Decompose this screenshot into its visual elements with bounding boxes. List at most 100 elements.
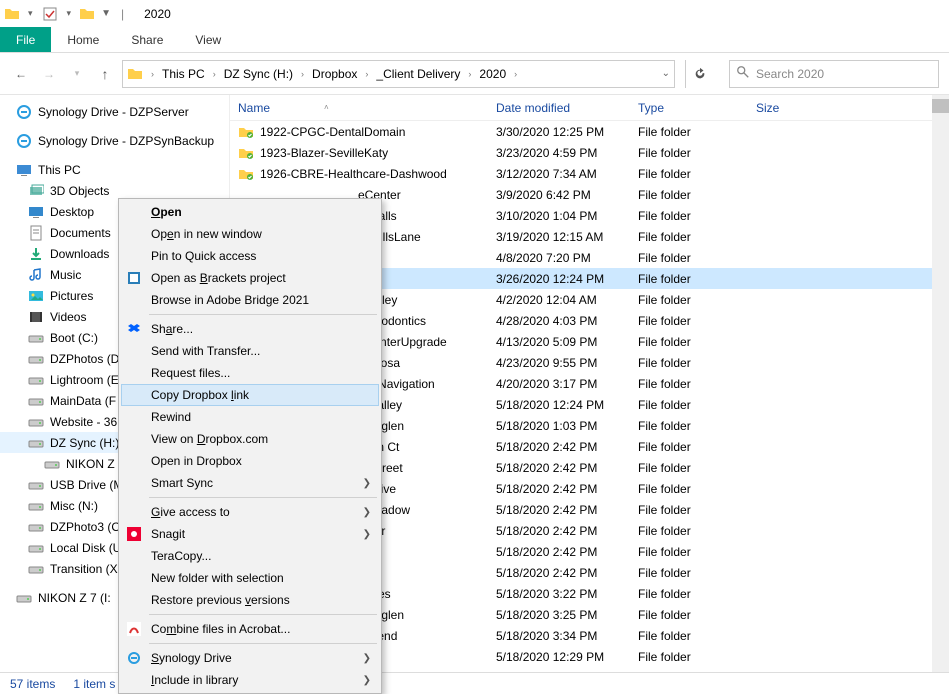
file-date: 3/23/2020 4:59 PM (496, 146, 638, 160)
menu-item[interactable]: Restore previous versions (121, 589, 379, 611)
menu-item[interactable]: TeraCopy... (121, 545, 379, 567)
menu-item[interactable]: Include in library❯ (121, 669, 379, 691)
address-bar[interactable]: › This PC › DZ Sync (H:) › Dropbox › _Cl… (122, 60, 675, 88)
tree-synology1[interactable]: Synology Drive - DZPServer (0, 101, 229, 122)
col-type[interactable]: Type (638, 101, 756, 115)
menu-label: View on Dropbox.com (151, 432, 268, 446)
qat-dropdown-icon[interactable]: ▼ (101, 8, 111, 19)
address-dropdown-icon[interactable]: ⌄ (662, 68, 670, 79)
menu-item[interactable]: Browse in Adobe Bridge 2021 (121, 289, 379, 311)
up-button[interactable]: ↑ (94, 63, 116, 85)
menu-item[interactable]: Request files... (121, 362, 379, 384)
col-name[interactable]: Name˄ (238, 101, 496, 115)
file-date: 4/13/2020 5:09 PM (496, 335, 638, 349)
navigation-bar: ← → ▾ ↑ › This PC › DZ Sync (H:) › Dropb… (0, 53, 949, 95)
menu-item[interactable]: Share... (121, 318, 379, 340)
menu-item[interactable]: Copy Dropbox link (121, 384, 379, 406)
menu-item[interactable]: View on Dropbox.com (121, 428, 379, 450)
tree-label: Synology Drive - DZPSynBackup (38, 134, 214, 148)
file-date: 3/12/2020 7:34 AM (496, 167, 638, 181)
back-button[interactable]: ← (10, 63, 32, 85)
tree-label: Desktop (50, 205, 94, 219)
menu-separator (149, 314, 377, 315)
library-icon (28, 288, 44, 304)
drive-icon (28, 519, 44, 535)
crumb-root-chev-icon[interactable]: › (149, 69, 156, 79)
menu-item[interactable]: Rewind (121, 406, 379, 428)
menu-item[interactable]: Open in new window (121, 223, 379, 245)
file-type: File folder (638, 566, 756, 580)
qat-properties-icon[interactable] (41, 5, 59, 23)
file-type: File folder (638, 503, 756, 517)
title-bar: ▾ ▾ ▼ | 2020 (0, 0, 949, 27)
crumb-chev-icon[interactable]: › (211, 69, 218, 79)
menu-item[interactable]: Pin to Quick access (121, 245, 379, 267)
crumb-chev-icon[interactable]: › (512, 69, 519, 79)
crumb-chev-icon[interactable]: › (299, 69, 306, 79)
recent-dropdown-icon[interactable]: ▾ (66, 63, 88, 85)
tab-view[interactable]: View (179, 27, 237, 52)
col-date[interactable]: Date modified (496, 101, 638, 115)
qat-folder-icon[interactable] (79, 6, 95, 22)
menu-label: Give access to (151, 505, 230, 519)
file-type: File folder (638, 188, 756, 202)
ribbon: File Home Share View (0, 27, 949, 53)
table-row[interactable]: 1923-Blazer-SevilleKaty3/23/2020 4:59 PM… (230, 142, 949, 163)
window-title: 2020 (144, 7, 171, 21)
folder-icon (238, 166, 254, 182)
file-date: 5/18/2020 2:42 PM (496, 440, 638, 454)
tab-file[interactable]: File (0, 27, 51, 52)
crumb-dzsync[interactable]: DZ Sync (H:) (220, 65, 297, 83)
file-date: 3/30/2020 12:25 PM (496, 125, 638, 139)
menu-item[interactable]: Give access to❯ (121, 501, 379, 523)
refresh-button[interactable] (685, 60, 713, 88)
scrollbar-thumb[interactable] (932, 99, 949, 113)
qat-chevron-icon[interactable]: ▾ (26, 8, 35, 19)
crumb-chev-icon[interactable]: › (363, 69, 370, 79)
crumb-dropbox[interactable]: Dropbox (308, 65, 361, 83)
tree-label: DZPhotos (D (50, 352, 119, 366)
file-type: File folder (638, 482, 756, 496)
menu-item[interactable]: Smart Sync❯ (121, 472, 379, 494)
menu-item[interactable]: Combine files in Acrobat... (121, 618, 379, 640)
file-type: File folder (638, 545, 756, 559)
table-row[interactable]: 1922-CPGC-DentalDomain3/30/2020 12:25 PM… (230, 121, 949, 142)
forward-button[interactable]: → (38, 63, 60, 85)
menu-item[interactable]: Send with Transfer... (121, 340, 379, 362)
qat-chevron2-icon[interactable]: ▾ (65, 8, 74, 19)
status-selected-count: 1 item s (73, 677, 115, 691)
menu-label: Open in Dropbox (151, 454, 242, 468)
snagit-icon (126, 526, 142, 542)
menu-item[interactable]: Synology Drive❯ (121, 647, 379, 669)
menu-item[interactable]: Open in Dropbox (121, 450, 379, 472)
menu-item[interactable]: Snagit❯ (121, 523, 379, 545)
col-size[interactable]: Size (756, 101, 846, 115)
menu-item[interactable]: Open as Brackets project (121, 267, 379, 289)
table-row[interactable]: 1926-CBRE-Healthcare-Dashwood3/12/2020 7… (230, 163, 949, 184)
tree-label: Boot (C:) (50, 331, 98, 345)
menu-separator (149, 643, 377, 644)
file-date: 5/18/2020 12:29 PM (496, 650, 638, 664)
crumb-thispc[interactable]: This PC (158, 65, 209, 83)
crumb-2020[interactable]: 2020 (475, 65, 510, 83)
tab-share[interactable]: Share (115, 27, 179, 52)
tree-thispc[interactable]: This PC (0, 159, 229, 180)
tree-synology2[interactable]: Synology Drive - DZPSynBackup (0, 130, 229, 151)
search-box[interactable]: Search 2020 (729, 60, 939, 88)
tab-home[interactable]: Home (51, 27, 115, 52)
menu-item[interactable]: Open (121, 201, 379, 223)
scrollbar[interactable] (932, 95, 949, 672)
menu-item[interactable]: New folder with selection (121, 567, 379, 589)
crumb-chev-icon[interactable]: › (466, 69, 473, 79)
menu-label: Open (151, 205, 182, 219)
drive-icon (44, 456, 60, 472)
submenu-arrow-icon: ❯ (363, 478, 371, 489)
file-type: File folder (638, 629, 756, 643)
file-type: File folder (638, 398, 756, 412)
file-type: File folder (638, 167, 756, 181)
file-type: File folder (638, 440, 756, 454)
address-folder-icon (127, 66, 143, 82)
file-date: 4/28/2020 4:03 PM (496, 314, 638, 328)
drive-icon (28, 477, 44, 493)
crumb-clientdelivery[interactable]: _Client Delivery (372, 65, 464, 83)
